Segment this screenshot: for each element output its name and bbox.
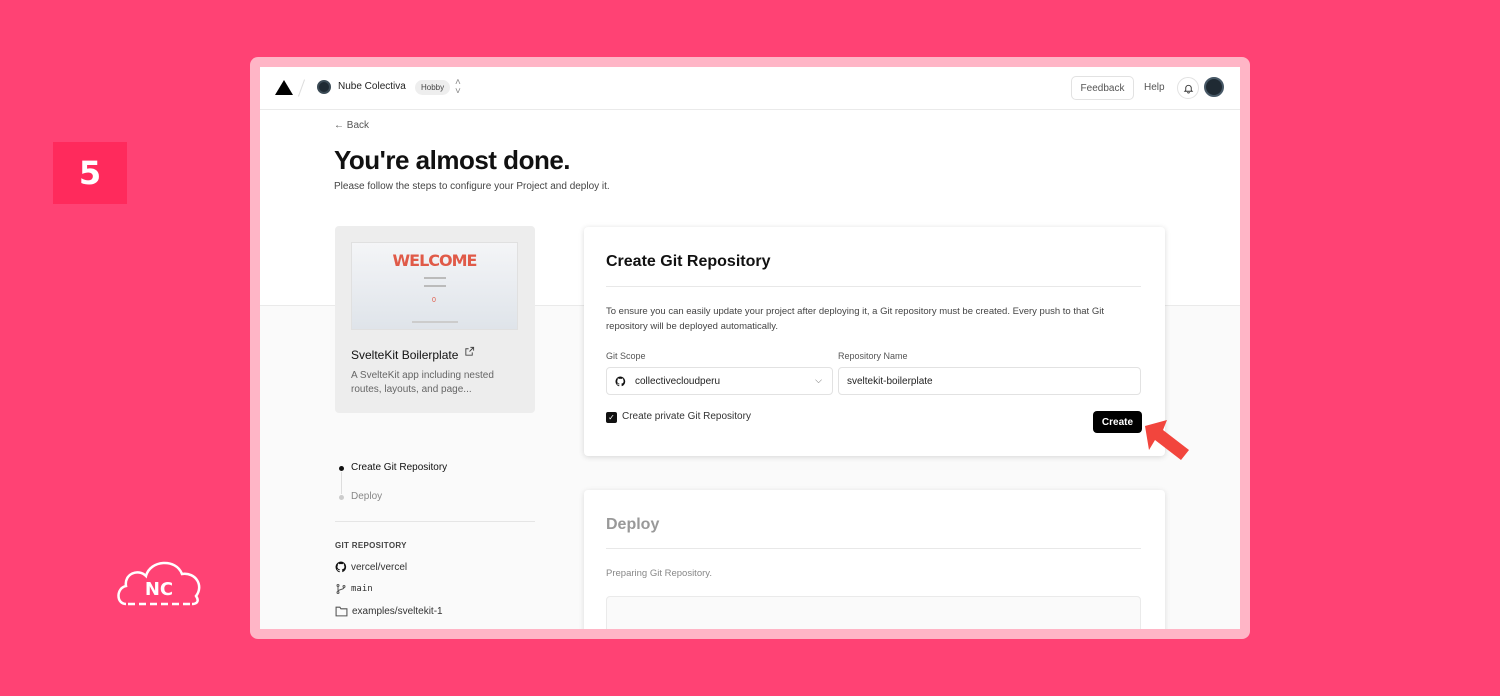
step-inactive-dot [339,495,344,500]
page-title: You're almost done. [334,145,571,175]
deploy-card: Deploy Preparing Git Repository. [584,490,1165,629]
check-icon: ✓ [608,413,615,422]
git-branch-icon [336,584,346,594]
step-number-badge: 5 [53,142,127,204]
git-scope-value: collectivecloudperu [635,376,721,387]
github-icon [335,561,347,573]
git-directory-row: examples/sveltekit-1 [335,605,443,617]
card-divider [606,286,1141,287]
step-item-create: Create Git Repository [351,462,448,473]
create-git-repository-card: Create Git Repository To ensure you can … [584,227,1165,456]
preview-counter: 0 [432,297,436,304]
deploy-log-panel [606,596,1141,629]
vercel-logo-icon[interactable] [275,80,293,95]
github-icon [615,376,626,387]
create-card-description: To ensure you can easily update your pro… [606,306,1104,332]
feedback-button[interactable]: Feedback [1071,76,1134,100]
arrow-pointer-icon [1145,420,1189,460]
template-description: A SvelteKit app including nested routes,… [351,370,494,395]
chevron-updown-icon[interactable]: ˄ ˅ [455,78,461,97]
git-repo-name[interactable]: vercel/vercel [351,562,407,573]
repository-name-label: Repository Name [838,351,908,361]
git-scope-select[interactable]: collectivecloudperu ⌵ [606,367,833,395]
plan-badge: Hobby [415,80,451,95]
preview-footer-line [412,321,458,323]
app-window: Nube Colectiva Hobby ˄ ˅ Feedback Help ← … [260,67,1240,629]
git-repository-heading: GIT REPOSITORY [335,541,407,550]
private-repo-label[interactable]: Create private Git Repository [622,411,751,422]
deploy-status-text: Preparing Git Repository. [606,568,712,579]
git-branch-name: main [351,584,373,594]
folder-icon [335,606,348,617]
template-preview-image: WELCOME 0 [351,242,518,330]
external-link-icon[interactable] [464,346,475,360]
user-avatar[interactable] [1204,77,1224,97]
create-button[interactable]: Create [1093,411,1142,433]
preview-text-lines [424,277,446,287]
deploy-divider [606,548,1141,549]
help-link[interactable]: Help [1144,82,1165,93]
step-connector [341,472,342,494]
chevron-down-icon: ⌵ [815,375,822,385]
team-name[interactable]: Nube Colectiva [338,81,406,92]
team-avatar[interactable] [317,80,331,94]
step-active-dot [339,466,344,471]
git-repo-row[interactable]: vercel/vercel [335,561,407,573]
step-item-deploy: Deploy [351,491,383,502]
breadcrumb-separator [297,79,306,97]
template-card: WELCOME 0 SvelteKit Boilerplate A Svelte… [335,226,535,413]
git-directory-path: examples/sveltekit-1 [352,605,443,617]
nc-logo-text: NC [145,579,173,600]
git-branch-row: main [335,583,373,595]
bell-icon [1183,84,1193,94]
preview-welcome-text: WELCOME [392,251,478,270]
nc-cloud-logo: NC [117,561,201,606]
deploy-card-title: Deploy [606,516,660,533]
back-link[interactable]: ← Back [334,120,369,131]
template-name[interactable]: SvelteKit Boilerplate [351,348,458,362]
sidebar-divider [335,521,535,522]
git-scope-label: Git Scope [606,351,646,361]
top-navigation: Nube Colectiva Hobby ˄ ˅ Feedback Help [260,67,1240,110]
repository-name-input[interactable] [838,367,1141,395]
page-subtitle: Please follow the steps to configure you… [334,181,610,192]
private-repo-checkbox[interactable]: ✓ [606,412,617,423]
create-card-title: Create Git Repository [606,253,771,270]
notifications-button[interactable] [1177,77,1199,99]
